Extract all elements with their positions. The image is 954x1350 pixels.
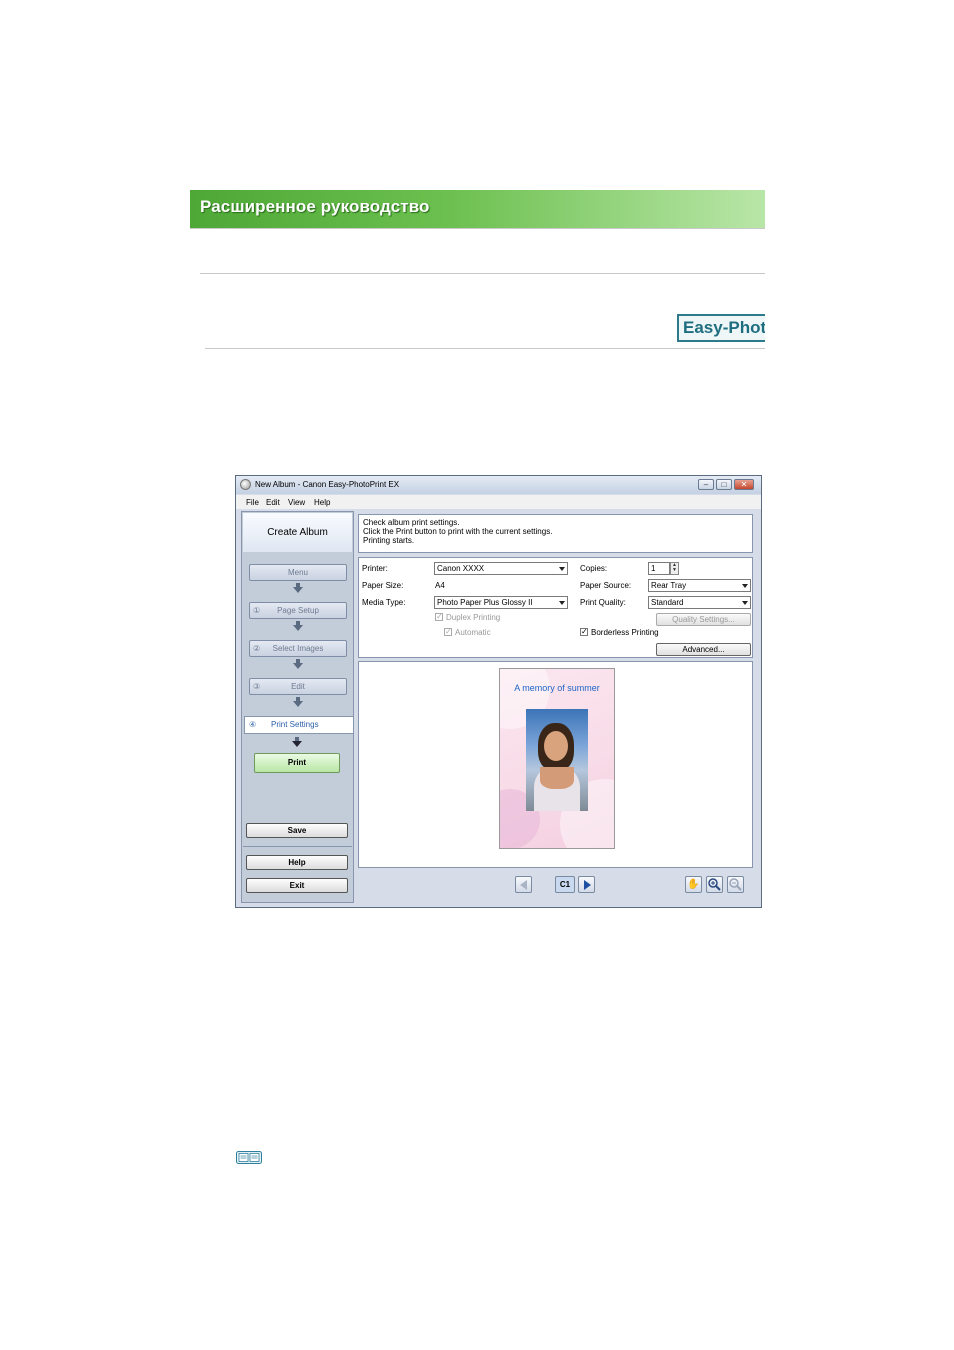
save-button[interactable]: Save <box>246 823 348 838</box>
window-title: New Album - Canon Easy-PhotoPrint EX <box>255 480 400 489</box>
divider <box>243 846 352 847</box>
close-icon[interactable]: ✕ <box>734 479 754 490</box>
print-button[interactable]: Print <box>254 753 340 773</box>
divider <box>200 273 765 274</box>
photo-face <box>544 731 568 761</box>
preview-area: A memory of summer <box>358 661 753 868</box>
chevron-down-icon <box>742 601 748 605</box>
step-print-settings-tab[interactable]: ④ Print Settings <box>244 716 353 734</box>
chevron-down-icon <box>742 584 748 588</box>
printer-value: Canon XXXX <box>437 564 485 573</box>
step-menu-button[interactable]: Menu <box>249 564 347 581</box>
help-button[interactable]: Help <box>246 855 348 870</box>
photo-shoulders <box>540 767 574 789</box>
arrow-down-icon <box>293 663 303 669</box>
print-settings-panel: Printer: Canon XXXX Paper Size: A4 Media… <box>358 557 753 658</box>
arrow-down-icon <box>292 741 302 747</box>
paper-source-value: Rear Tray <box>651 581 687 590</box>
step-number: ④ <box>249 720 257 729</box>
media-type-value: Photo Paper Plus Glossy II <box>437 598 533 607</box>
step-label: Edit <box>291 682 305 691</box>
page-indicator: C1 <box>555 876 575 893</box>
copies-label: Copies: <box>580 564 608 573</box>
divider <box>205 348 765 349</box>
paper-size-label: Paper Size: <box>362 581 404 590</box>
logo-crop <box>765 310 795 350</box>
menu-edit[interactable]: Edit <box>266 498 280 507</box>
paper-size-value: A4 <box>435 581 445 590</box>
divider <box>190 228 765 229</box>
advanced-button[interactable]: Advanced... <box>656 643 751 656</box>
arrow-down-icon <box>293 587 303 593</box>
panel-header: Create Album <box>243 513 352 552</box>
step-page-setup-button[interactable]: ① Page Setup <box>249 602 347 619</box>
printer-select[interactable]: Canon XXXX <box>434 562 568 575</box>
paper-source-select[interactable]: Rear Tray <box>648 579 751 592</box>
photo-image <box>526 709 588 811</box>
title-bar: New Album - Canon Easy-PhotoPrint EX – □… <box>236 476 761 494</box>
duplex-label: Duplex Printing <box>446 613 501 622</box>
menu-file[interactable]: File <box>246 498 259 507</box>
previous-page-button[interactable] <box>515 876 532 893</box>
automatic-checkbox[interactable]: ✓ <box>444 628 452 636</box>
instruction-line: Check album print settings. <box>363 518 460 527</box>
step-label: Select Images <box>272 644 324 653</box>
chevron-right-icon <box>584 880 591 890</box>
paper-source-label: Paper Source: <box>580 581 632 590</box>
borderless-checkbox[interactable]: ✓ <box>580 628 588 636</box>
menu-bar: File Edit View Help <box>236 495 761 509</box>
copies-input[interactable]: 1 <box>648 562 670 575</box>
instructions-panel: Check album print settings. Click the Pr… <box>358 514 753 553</box>
print-quality-select[interactable]: Standard <box>648 596 751 609</box>
app-icon <box>240 479 251 490</box>
print-quality-value: Standard <box>651 598 684 607</box>
page-caption: A memory of summer <box>514 683 600 693</box>
step-label: Menu <box>287 568 308 577</box>
chevron-down-icon <box>559 601 565 605</box>
media-type-select[interactable]: Photo Paper Plus Glossy II <box>434 596 568 609</box>
next-page-button[interactable] <box>578 876 595 893</box>
album-page-preview[interactable]: A memory of summer <box>499 668 615 849</box>
instruction-line: Click the Print button to print with the… <box>363 527 553 536</box>
step-navigation-panel: Create Album Menu ① Page Setup ② Select … <box>241 511 354 903</box>
arrow-down-icon <box>293 625 303 631</box>
printer-label: Printer: <box>362 564 388 573</box>
quality-settings-button[interactable]: Quality Settings... <box>656 613 751 626</box>
app-window: New Album - Canon Easy-PhotoPrint EX – □… <box>235 475 762 908</box>
minimize-icon[interactable]: – <box>698 479 714 490</box>
note-icon <box>236 1149 262 1164</box>
menu-view[interactable]: View <box>288 498 305 507</box>
chevron-left-icon <box>520 880 527 890</box>
copies-value: 1 <box>651 564 656 573</box>
maximize-icon[interactable]: □ <box>716 479 732 490</box>
zoom-out-icon[interactable] <box>727 876 744 893</box>
automatic-label: Automatic <box>455 628 491 637</box>
step-select-images-button[interactable]: ② Select Images <box>249 640 347 657</box>
arrow-down-icon <box>293 701 303 707</box>
borderless-label: Borderless Printing <box>591 628 659 637</box>
media-type-label: Media Type: <box>362 598 406 607</box>
step-label: Print Settings <box>271 720 319 729</box>
step-label: Page Setup <box>277 606 319 615</box>
chevron-down-icon <box>559 567 565 571</box>
copies-stepper[interactable]: ▲ ▼ <box>670 562 679 575</box>
easy-photoprint-logo: Easy-PhotoPrint EX <box>677 314 773 342</box>
hand-tool-icon[interactable]: ✋ <box>685 876 702 893</box>
preview-toolbar: C1 ✋ <box>358 871 753 901</box>
panel-heading: Create Album <box>267 527 328 538</box>
menu-help[interactable]: Help <box>314 498 330 507</box>
print-quality-label: Print Quality: <box>580 598 626 607</box>
section-title: Расширенное руководство <box>200 197 430 216</box>
duplex-checkbox[interactable]: ✓ <box>435 613 443 621</box>
instruction-line: Printing starts. <box>363 536 415 545</box>
step-edit-button[interactable]: ③ Edit <box>249 678 347 695</box>
exit-button[interactable]: Exit <box>246 878 348 893</box>
zoom-in-icon[interactable] <box>706 876 723 893</box>
